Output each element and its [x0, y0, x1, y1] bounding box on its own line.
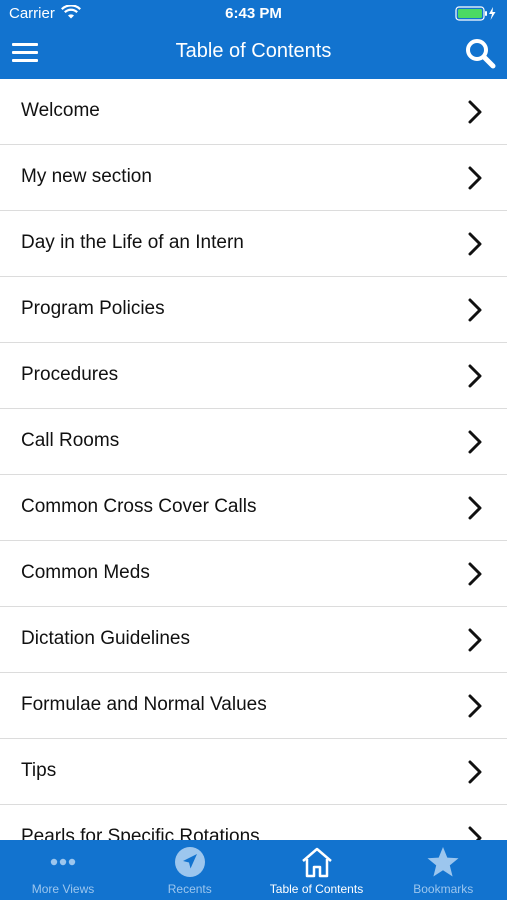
- list-item-label: Procedures: [21, 364, 119, 385]
- table-of-contents-list: Welcome My new section Day in the Life of …: [0, 79, 507, 840]
- tab-more-views[interactable]: More Views: [0, 840, 126, 900]
- list-item[interactable]: Day in the Life of an Intern: [0, 211, 507, 277]
- chevron-right-icon: [468, 298, 482, 322]
- list-item-label: Common Meds: [21, 562, 150, 583]
- chevron-right-icon: [468, 232, 482, 256]
- chevron-right-icon: [468, 364, 482, 388]
- chevron-right-icon: [468, 166, 482, 190]
- chevron-right-icon: [468, 100, 482, 124]
- chevron-right-icon: [468, 760, 482, 784]
- battery-icon: [455, 6, 496, 21]
- tab-label: Recents: [167, 882, 212, 896]
- page-title: Table of Contents: [175, 40, 332, 62]
- chevron-right-icon: [468, 826, 482, 840]
- top-bar: Carrier 6:43 PM Table of Contents: [0, 0, 507, 79]
- chevron-right-icon: [468, 694, 482, 718]
- home-icon: [300, 846, 334, 878]
- list-item[interactable]: Dictation Guidelines: [0, 607, 507, 673]
- list-item-label: Welcome: [21, 100, 100, 121]
- status-time: 6:43 PM: [225, 5, 282, 22]
- list-item-label: My new section: [21, 166, 152, 187]
- list-item[interactable]: Program Policies: [0, 277, 507, 343]
- list-item[interactable]: Procedures: [0, 343, 507, 409]
- list-item[interactable]: Call Rooms: [0, 409, 507, 475]
- tab-table-of-contents[interactable]: Table of Contents: [254, 840, 380, 900]
- chevron-right-icon: [468, 430, 482, 454]
- tab-label: More Views: [31, 882, 95, 896]
- list-item-label: Common Cross Cover Calls: [21, 496, 257, 517]
- chevron-right-icon: [468, 496, 482, 520]
- tab-label: Bookmarks: [413, 882, 474, 896]
- tab-bookmarks[interactable]: Bookmarks: [380, 840, 506, 900]
- list-item[interactable]: Tips: [0, 739, 507, 805]
- list-item[interactable]: Formulae and Normal Values: [0, 673, 507, 739]
- more-dots-icon: [46, 846, 80, 878]
- list-item[interactable]: Common Meds: [0, 541, 507, 607]
- list-item-label: Call Rooms: [21, 430, 120, 451]
- status-bar: Carrier 6:43 PM: [0, 0, 507, 28]
- chevron-right-icon: [468, 562, 482, 586]
- list-item-label: Program Policies: [21, 298, 165, 319]
- list-item-label: Dictation Guidelines: [21, 628, 190, 649]
- list-item[interactable]: Welcome: [0, 79, 507, 145]
- list-item-label: Tips: [21, 760, 57, 781]
- tab-bar: More Views Recents Table of Contents Bookma…: [0, 840, 507, 900]
- chevron-right-icon: [468, 628, 482, 652]
- search-icon[interactable]: [464, 37, 496, 69]
- tab-recents[interactable]: Recents: [127, 840, 253, 900]
- tab-label: Table of Contents: [269, 882, 364, 896]
- list-item-label: Day in the Life of an Intern: [21, 232, 244, 253]
- list-item[interactable]: Common Cross Cover Calls: [0, 475, 507, 541]
- list-item-label: Pearls for Specific Rotations: [21, 826, 260, 840]
- list-item[interactable]: My new section: [0, 145, 507, 211]
- list-item[interactable]: Pearls for Specific Rotations: [0, 805, 507, 840]
- star-icon: [426, 846, 460, 878]
- location-arrow-icon: [173, 846, 207, 878]
- list-item-label: Formulae and Normal Values: [21, 694, 267, 715]
- navigation-bar: Table of Contents: [0, 28, 507, 79]
